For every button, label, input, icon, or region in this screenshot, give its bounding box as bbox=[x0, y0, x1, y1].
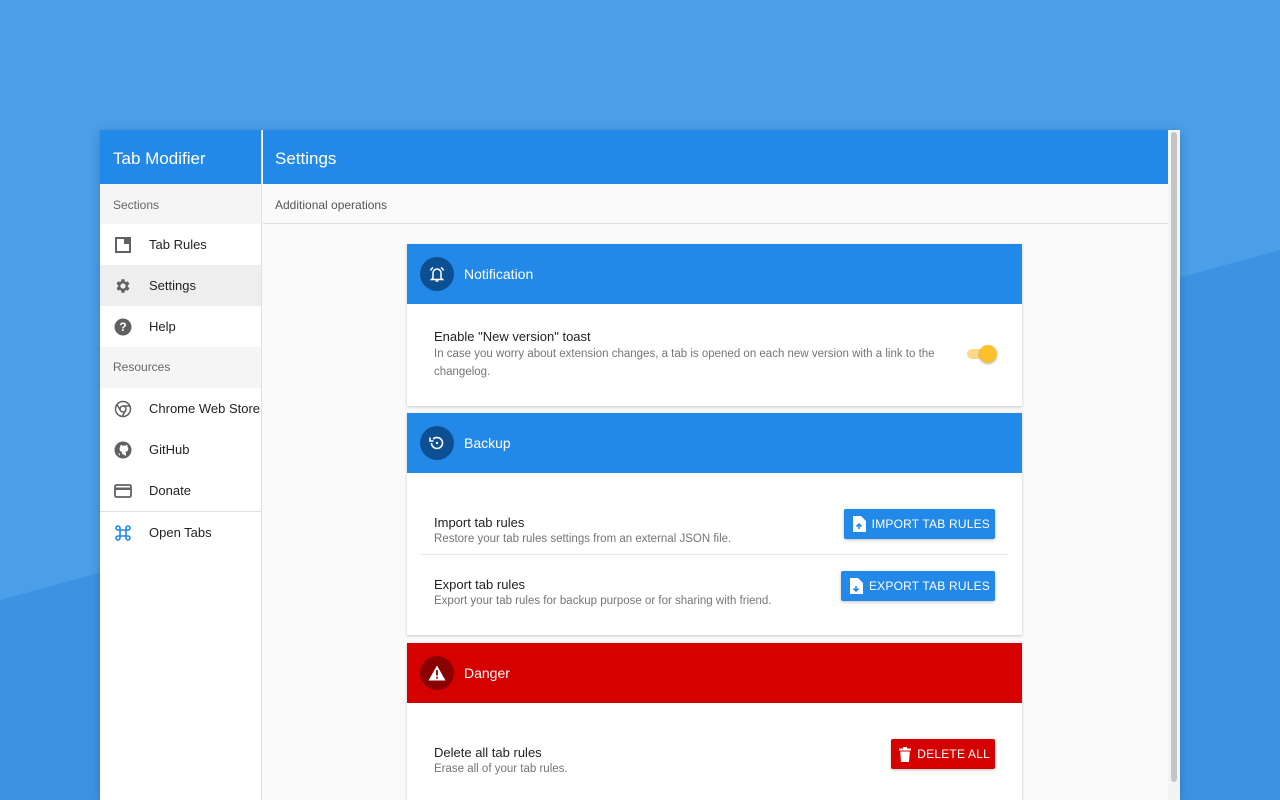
setting-description: In case you worry about extension change… bbox=[434, 348, 935, 378]
scrollbar-thumb[interactable] bbox=[1171, 132, 1177, 782]
tab-icon bbox=[114, 236, 132, 254]
backup-card-title: Backup bbox=[464, 435, 511, 451]
sidebar-item-label: Tab Rules bbox=[149, 237, 207, 252]
gear-icon bbox=[114, 277, 132, 295]
row-divider bbox=[421, 554, 1008, 555]
sidebar-item-label: Help bbox=[149, 319, 176, 334]
scrollbar[interactable] bbox=[1168, 130, 1180, 800]
sidebar-item-label: Donate bbox=[149, 483, 191, 498]
sidebar-item-label: Open Tabs bbox=[149, 525, 212, 540]
restore-icon bbox=[420, 426, 454, 460]
import-tab-rules-button[interactable]: IMPORT TAB RULES bbox=[843, 509, 995, 539]
page-title: Settings bbox=[263, 130, 1168, 184]
button-label: IMPORT TAB RULES bbox=[871, 517, 990, 531]
sections-label: Sections bbox=[100, 184, 261, 224]
file-download-icon bbox=[849, 578, 863, 594]
danger-card-title: Danger bbox=[464, 665, 510, 681]
button-label: DELETE ALL bbox=[917, 747, 990, 761]
backup-card: Backup Import tab rules Restore your tab… bbox=[407, 413, 1022, 635]
notification-card: Notification Enable "New version" toast … bbox=[407, 244, 1022, 406]
app-window: Tab Modifier Sections Tab Rules Settings… bbox=[100, 130, 1180, 800]
help-icon: ? bbox=[114, 318, 132, 336]
main-panel: Settings Additional operations Notificat… bbox=[263, 130, 1168, 800]
page-subtitle: Additional operations bbox=[263, 184, 1168, 224]
export-tab-rules-button[interactable]: EXPORT TAB RULES bbox=[840, 571, 995, 601]
notification-card-header: Notification bbox=[407, 244, 1022, 304]
sidebar-item-chrome-web-store[interactable]: Chrome Web Store bbox=[100, 388, 261, 429]
danger-card: Danger Delete all tab rules Erase all of… bbox=[407, 643, 1022, 800]
command-icon bbox=[114, 524, 132, 542]
new-version-toast-toggle[interactable] bbox=[965, 345, 997, 363]
danger-card-header: Danger bbox=[407, 643, 1022, 703]
bell-alarm-icon bbox=[420, 257, 454, 291]
file-upload-icon bbox=[852, 516, 866, 532]
sidebar-item-open-tabs[interactable]: Open Tabs bbox=[100, 512, 261, 553]
credit-card-icon bbox=[114, 482, 132, 500]
github-icon bbox=[114, 441, 132, 459]
delete-all-button[interactable]: DELETE ALL bbox=[891, 739, 995, 769]
sidebar-item-tab-rules[interactable]: Tab Rules bbox=[100, 224, 261, 265]
sidebar-item-github[interactable]: GitHub bbox=[100, 429, 261, 470]
sidebar-item-help[interactable]: ? Help bbox=[100, 306, 261, 347]
sidebar-item-donate[interactable]: Donate bbox=[100, 470, 261, 511]
trash-icon bbox=[899, 746, 912, 762]
setting-title: Enable "New version" toast bbox=[434, 329, 591, 344]
svg-text:?: ? bbox=[119, 320, 126, 334]
resources-label: Resources bbox=[100, 347, 261, 388]
button-label: EXPORT TAB RULES bbox=[868, 579, 990, 593]
chrome-icon bbox=[114, 400, 132, 418]
app-title: Tab Modifier bbox=[100, 130, 261, 184]
sidebar-item-label: Settings bbox=[149, 278, 196, 293]
warning-icon bbox=[420, 656, 454, 690]
notification-card-title: Notification bbox=[464, 266, 534, 282]
sidebar-item-label: GitHub bbox=[149, 442, 190, 457]
sidebar-item-settings[interactable]: Settings bbox=[100, 265, 261, 306]
backup-card-header: Backup bbox=[407, 413, 1022, 473]
sidebar: Tab Modifier Sections Tab Rules Settings… bbox=[100, 130, 262, 800]
toggle-knob bbox=[979, 345, 997, 363]
new-version-toast-setting: Enable "New version" toast In case you w… bbox=[407, 304, 1022, 381]
sidebar-item-label: Chrome Web Store bbox=[149, 401, 261, 416]
